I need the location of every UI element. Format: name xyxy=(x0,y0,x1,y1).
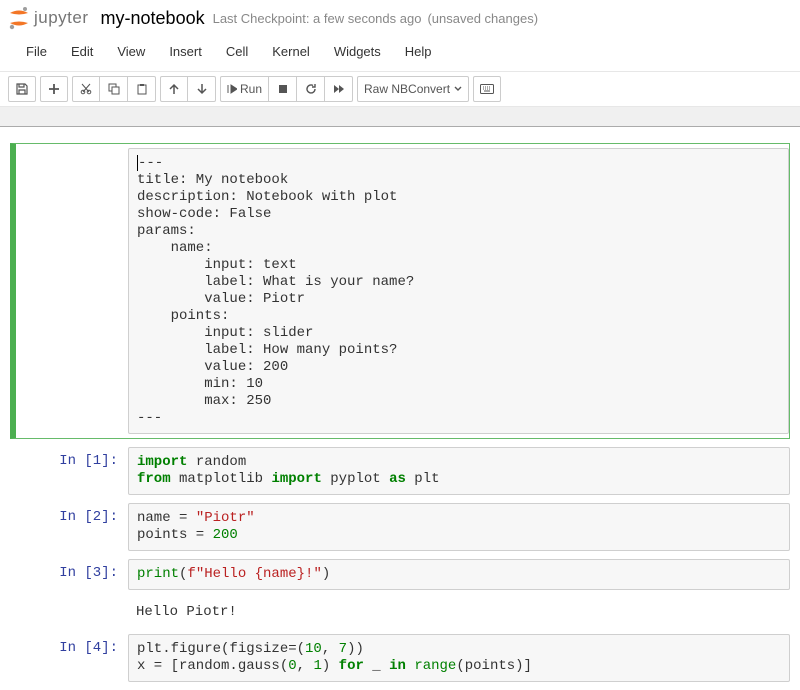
paste-icon xyxy=(136,83,148,95)
restart-icon xyxy=(305,83,317,95)
prompt-in-3: In [3]: xyxy=(10,559,128,590)
cell-raw-selected[interactable]: --- title: My notebook description: Note… xyxy=(10,143,790,439)
arrow-up-icon xyxy=(168,83,180,95)
save-button[interactable] xyxy=(8,76,36,102)
prompt-empty xyxy=(16,148,128,434)
code-input-4[interactable]: plt.figure(figsize=(10, 7)) x = [random.… xyxy=(128,634,790,682)
raw-cell-input[interactable]: --- title: My notebook description: Note… xyxy=(128,148,789,434)
restart-button[interactable] xyxy=(297,76,325,102)
menu-kernel[interactable]: Kernel xyxy=(260,38,322,65)
menu-help[interactable]: Help xyxy=(393,38,444,65)
toolbar: Run Raw NBConvert xyxy=(0,72,800,107)
checkpoint-text: Last Checkpoint: a few seconds ago xyxy=(213,11,422,26)
arrow-down-icon xyxy=(196,83,208,95)
run-button[interactable]: Run xyxy=(220,76,269,102)
interrupt-button[interactable] xyxy=(269,76,297,102)
cut-button[interactable] xyxy=(72,76,100,102)
move-group xyxy=(160,76,216,102)
keyboard-icon xyxy=(480,84,494,94)
jupyter-logo[interactable]: jupyter xyxy=(8,6,89,30)
cell-code-1[interactable]: In [1]: import random from matplotlib im… xyxy=(10,447,790,495)
header: jupyter my-notebook Last Checkpoint: a f… xyxy=(0,0,800,34)
spacer-bar xyxy=(0,107,800,127)
notebook-name[interactable]: my-notebook xyxy=(101,8,205,29)
code-input-2[interactable]: name = "Piotr" points = 200 xyxy=(128,503,790,551)
prompt-out-3 xyxy=(10,598,128,626)
prompt-in-2: In [2]: xyxy=(10,503,128,551)
run-label: Run xyxy=(240,82,262,96)
menu-widgets[interactable]: Widgets xyxy=(322,38,393,65)
jupyter-logo-icon xyxy=(8,6,30,30)
unsaved-indicator: (unsaved changes) xyxy=(427,11,538,26)
stop-icon xyxy=(278,84,288,94)
chevron-down-icon xyxy=(454,86,462,92)
code-input-1[interactable]: import random from matplotlib import pyp… xyxy=(128,447,790,495)
command-palette-button[interactable] xyxy=(473,76,501,102)
notebook-container: --- title: My notebook description: Note… xyxy=(0,127,800,682)
run-icon xyxy=(227,84,237,94)
menu-cell[interactable]: Cell xyxy=(214,38,260,65)
menu-view[interactable]: View xyxy=(105,38,157,65)
menubar: File Edit View Insert Cell Kernel Widget… xyxy=(0,34,800,72)
cell-code-3[interactable]: In [3]: print(f"Hello {name}!") xyxy=(10,559,790,590)
cell-type-select[interactable]: Raw NBConvert xyxy=(357,76,469,102)
cell-code-4[interactable]: In [4]: plt.figure(figsize=(10, 7)) x = … xyxy=(10,634,790,682)
menu-insert[interactable]: Insert xyxy=(157,38,214,65)
copy-button[interactable] xyxy=(100,76,128,102)
run-group: Run xyxy=(220,76,353,102)
add-cell-button[interactable] xyxy=(40,76,68,102)
copy-icon xyxy=(108,83,120,95)
restart-run-all-button[interactable] xyxy=(325,76,353,102)
logo-text: jupyter xyxy=(34,8,89,28)
paste-button[interactable] xyxy=(128,76,156,102)
fast-forward-icon xyxy=(333,84,345,94)
plus-icon xyxy=(48,83,60,95)
save-icon xyxy=(16,83,28,95)
move-up-button[interactable] xyxy=(160,76,188,102)
edit-group xyxy=(72,76,156,102)
cell-code-2[interactable]: In [2]: name = "Piotr" points = 200 xyxy=(10,503,790,551)
cell-type-label: Raw NBConvert xyxy=(364,82,450,96)
output-text-3: Hello Piotr! xyxy=(128,598,790,626)
prompt-in-1: In [1]: xyxy=(10,447,128,495)
cut-icon xyxy=(80,83,92,95)
move-down-button[interactable] xyxy=(188,76,216,102)
prompt-in-4: In [4]: xyxy=(10,634,128,682)
cell-output-3: Hello Piotr! xyxy=(10,598,790,626)
code-input-3[interactable]: print(f"Hello {name}!") xyxy=(128,559,790,590)
menu-edit[interactable]: Edit xyxy=(59,38,105,65)
menu-file[interactable]: File xyxy=(14,38,59,65)
